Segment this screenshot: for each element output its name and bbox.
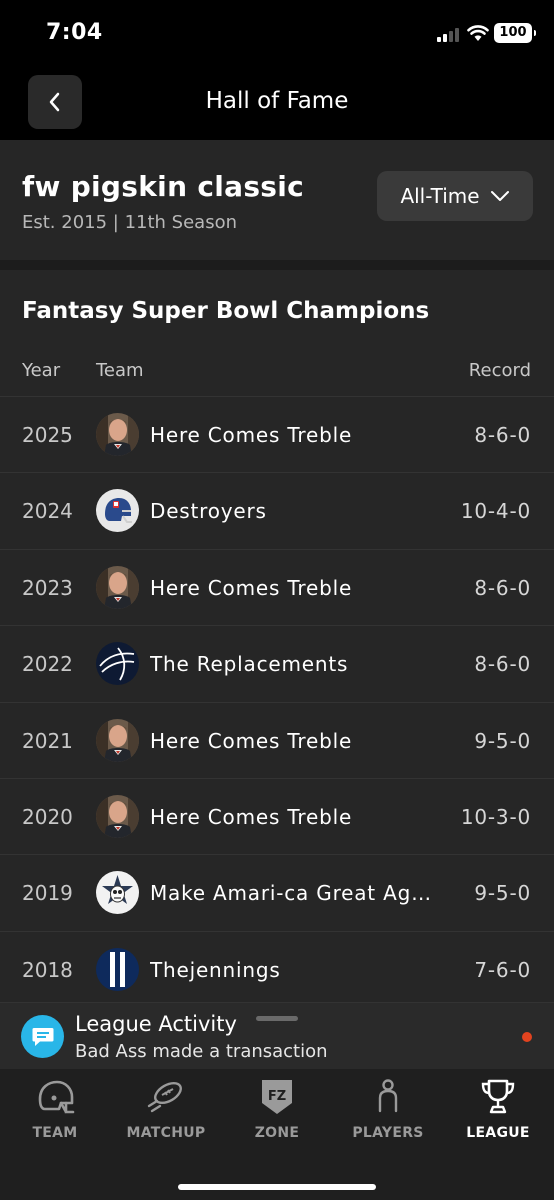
- team-name: Here Comes Treble: [150, 804, 353, 829]
- league-name: fw pigskin classic: [22, 170, 305, 203]
- team-record: 8-6-0: [474, 652, 531, 677]
- team-avatar: [96, 871, 139, 915]
- home-indicator: [178, 1184, 376, 1190]
- champion-year: 2019: [22, 881, 73, 906]
- champion-year: 2018: [22, 957, 73, 982]
- tab-zone[interactable]: FZ ZONE: [222, 1077, 332, 1147]
- drag-handle[interactable]: [256, 1016, 298, 1021]
- champion-year: 2025: [22, 423, 73, 447]
- team-name: Here Comes Treble: [150, 423, 353, 447]
- champions-section: Fantasy Super Bowl Champions Year Team R…: [0, 270, 554, 1005]
- tab-label: PLAYERS: [352, 1125, 424, 1141]
- status-time: 7:04: [46, 20, 103, 45]
- player-icon: [333, 1077, 443, 1117]
- team-avatar: [96, 794, 139, 838]
- champions-list: 2025 Here Comes Treble 8-6-0 2024 Destroyers…: [0, 396, 554, 1005]
- trophy-icon: [443, 1077, 553, 1117]
- champion-row[interactable]: 2019 Make Amari-ca Great Ag… 9-5-0: [0, 854, 554, 930]
- champion-row[interactable]: 2025 Here Comes Treble 8-6-0: [0, 396, 554, 472]
- league-header: fw pigskin classic Est. 2015 | 11th Seas…: [0, 140, 554, 260]
- team-name: Make Amari-ca Great Ag…: [150, 881, 432, 906]
- team-avatar: [96, 718, 139, 762]
- team-record: 9-5-0: [474, 728, 531, 753]
- column-header-team: Team: [96, 360, 144, 381]
- section-divider: [0, 260, 554, 270]
- column-header-record: Record: [468, 360, 531, 381]
- team-record: 10-4-0: [460, 499, 531, 524]
- season-filter-dropdown[interactable]: All-Time: [377, 171, 533, 221]
- tab-matchup[interactable]: MATCHUP: [111, 1077, 221, 1147]
- chevron-down-icon: [490, 191, 509, 201]
- team-name: The Replacements: [150, 652, 349, 677]
- champion-year: 2023: [22, 575, 73, 600]
- team-avatar: [96, 413, 139, 456]
- wifi-icon: [467, 25, 489, 41]
- team-record: 8-6-0: [474, 575, 531, 600]
- champion-row[interactable]: 2021 Here Comes Treble 9-5-0: [0, 701, 554, 778]
- team-name: Here Comes Treble: [150, 728, 353, 753]
- league-activity-bar[interactable]: League Activity Bad Ass made a transacti…: [0, 1002, 554, 1069]
- activity-message: Bad Ass made a transaction: [75, 1041, 328, 1062]
- team-record: 8-6-0: [474, 423, 531, 447]
- helmet-icon: [0, 1077, 110, 1117]
- team-record: 10-3-0: [460, 804, 531, 829]
- champion-row[interactable]: 2018 Thejennings 7-6-0: [0, 930, 554, 1005]
- column-header-year: Year: [22, 360, 61, 381]
- champion-year: 2022: [22, 652, 73, 677]
- team-avatar: [96, 489, 139, 533]
- champion-row[interactable]: 2024 Destroyers 10-4-0: [0, 472, 554, 548]
- team-record: 7-6-0: [474, 957, 531, 982]
- page-title: Hall of Fame: [205, 88, 349, 114]
- status-bar: 7:04 100: [0, 0, 554, 64]
- section-title: Fantasy Super Bowl Champions: [22, 298, 430, 324]
- champion-row[interactable]: 2020 Here Comes Treble 10-3-0: [0, 777, 554, 854]
- chat-bubble-icon: [21, 1015, 64, 1058]
- tab-label: ZONE: [254, 1125, 300, 1141]
- football-icon: [111, 1077, 221, 1117]
- tab-label: MATCHUP: [126, 1125, 206, 1141]
- cellular-signal-icon: [437, 28, 461, 42]
- tab-label: LEAGUE: [466, 1125, 530, 1141]
- tab-players[interactable]: PLAYERS: [333, 1077, 443, 1147]
- fz-shield-icon: FZ: [222, 1077, 332, 1117]
- tab-league[interactable]: LEAGUE: [443, 1077, 553, 1147]
- navigation-bar: Hall of Fame: [0, 64, 554, 140]
- team-name: Here Comes Treble: [150, 575, 353, 600]
- tab-bar: TEAM MATCHUP FZ ZONE PLAYERS LEAGUE: [0, 1069, 554, 1200]
- tab-team[interactable]: TEAM: [0, 1077, 110, 1147]
- team-record: 9-5-0: [474, 881, 531, 906]
- unread-dot: [522, 1032, 532, 1042]
- svg-text:FZ: FZ: [268, 1089, 286, 1104]
- champion-year: 2024: [22, 499, 73, 524]
- team-avatar: [96, 947, 139, 991]
- season-filter-label: All-Time: [400, 184, 480, 208]
- team-avatar: [96, 642, 139, 686]
- battery-indicator: 100: [494, 23, 536, 43]
- champion-row[interactable]: 2023 Here Comes Treble 8-6-0: [0, 548, 554, 625]
- team-avatar: [96, 565, 139, 609]
- team-name: Destroyers: [150, 499, 267, 524]
- activity-title: League Activity: [75, 1012, 237, 1036]
- champion-year: 2020: [22, 804, 73, 829]
- tab-label: TEAM: [32, 1125, 78, 1141]
- league-subtitle: Est. 2015 | 11th Season: [22, 212, 237, 233]
- champion-year: 2021: [22, 728, 73, 753]
- champion-row[interactable]: 2022 The Replacements 8-6-0: [0, 625, 554, 701]
- team-name: Thejennings: [150, 957, 281, 982]
